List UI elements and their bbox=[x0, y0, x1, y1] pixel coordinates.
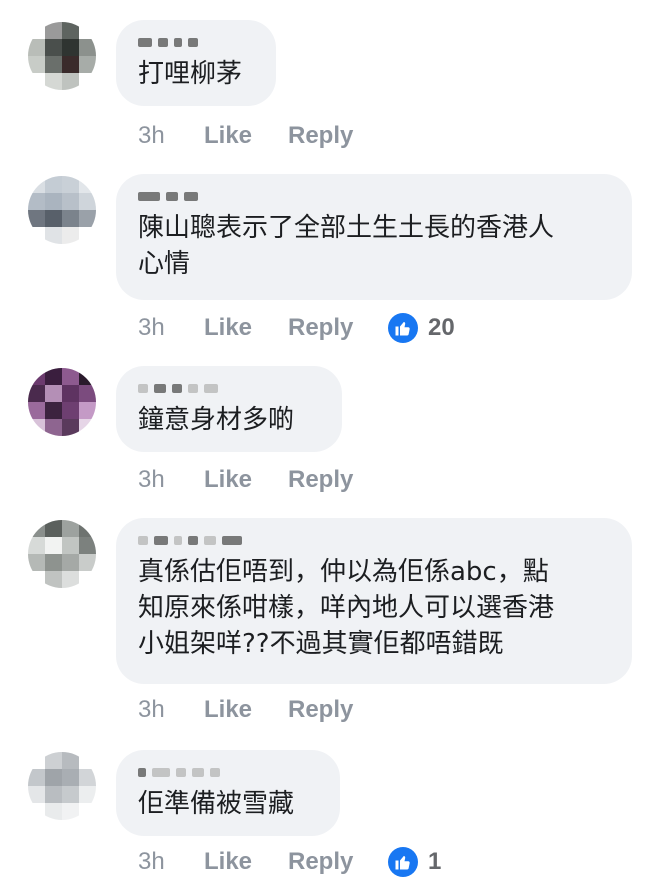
commenter-name-blurred[interactable] bbox=[138, 188, 610, 204]
comment-bubble: 打哩柳茅 bbox=[116, 20, 276, 106]
comment-text: 打哩柳茅 bbox=[138, 59, 243, 89]
like-button[interactable]: Like bbox=[204, 696, 288, 724]
comment-actions: 3h Like Reply 1 bbox=[138, 844, 441, 880]
comment-time: 3h bbox=[138, 122, 165, 149]
reaction-summary[interactable]: 20 bbox=[388, 313, 455, 343]
commenter-name-blurred[interactable] bbox=[138, 764, 318, 780]
reply-button[interactable]: Reply bbox=[288, 696, 388, 724]
comment-bubble: 陳山聰表示了全部土生土長的香港人 心情 bbox=[116, 174, 632, 300]
like-button[interactable]: Like bbox=[204, 314, 288, 342]
reaction-count: 20 bbox=[428, 314, 455, 341]
thumbs-up-icon bbox=[388, 313, 418, 343]
comment-bubble: 佢準備被雪藏 bbox=[116, 750, 340, 836]
comment-text: 真係估佢唔到，仲以為佢係abc，點 知原來係咁樣，咩內地人可以選香港 小姐架咩?… bbox=[138, 557, 555, 659]
reply-button[interactable]: Reply bbox=[288, 848, 388, 876]
comment-actions: 3h Like Reply bbox=[138, 462, 388, 498]
comment-text: 佢準備被雪藏 bbox=[138, 789, 295, 819]
reaction-count: 1 bbox=[428, 848, 442, 875]
reply-button[interactable]: Reply bbox=[288, 122, 388, 150]
avatar[interactable] bbox=[28, 176, 96, 244]
avatar[interactable] bbox=[28, 368, 96, 436]
comment-actions: 3h Like Reply bbox=[138, 692, 388, 728]
thumbs-up-icon bbox=[388, 847, 418, 877]
comment-text: 陳山聰表示了全部土生土長的香港人 心情 bbox=[138, 213, 555, 279]
reply-button[interactable]: Reply bbox=[288, 466, 388, 494]
commenter-name-blurred[interactable] bbox=[138, 532, 610, 548]
avatar[interactable] bbox=[28, 520, 96, 588]
avatar[interactable] bbox=[28, 752, 96, 820]
like-button[interactable]: Like bbox=[204, 848, 288, 876]
comment-time: 3h bbox=[138, 314, 165, 341]
like-button[interactable]: Like bbox=[204, 466, 288, 494]
comment-time: 3h bbox=[138, 848, 165, 875]
comment-time: 3h bbox=[138, 466, 165, 493]
comment-actions: 3h Like Reply bbox=[138, 118, 388, 154]
reaction-summary[interactable]: 1 bbox=[388, 847, 441, 877]
commenter-name-blurred[interactable] bbox=[138, 34, 254, 50]
comment-time: 3h bbox=[138, 696, 165, 723]
comment-bubble: 鐘意身材多啲 bbox=[116, 366, 342, 452]
commenter-name-blurred[interactable] bbox=[138, 380, 320, 396]
comment-bubble: 真係估佢唔到，仲以為佢係abc，點 知原來係咁樣，咩內地人可以選香港 小姐架咩?… bbox=[116, 518, 632, 684]
comment-actions: 3h Like Reply 20 bbox=[138, 310, 455, 346]
reply-button[interactable]: Reply bbox=[288, 314, 388, 342]
comment-text: 鐘意身材多啲 bbox=[138, 405, 295, 435]
like-button[interactable]: Like bbox=[204, 122, 288, 150]
avatar[interactable] bbox=[28, 22, 96, 90]
